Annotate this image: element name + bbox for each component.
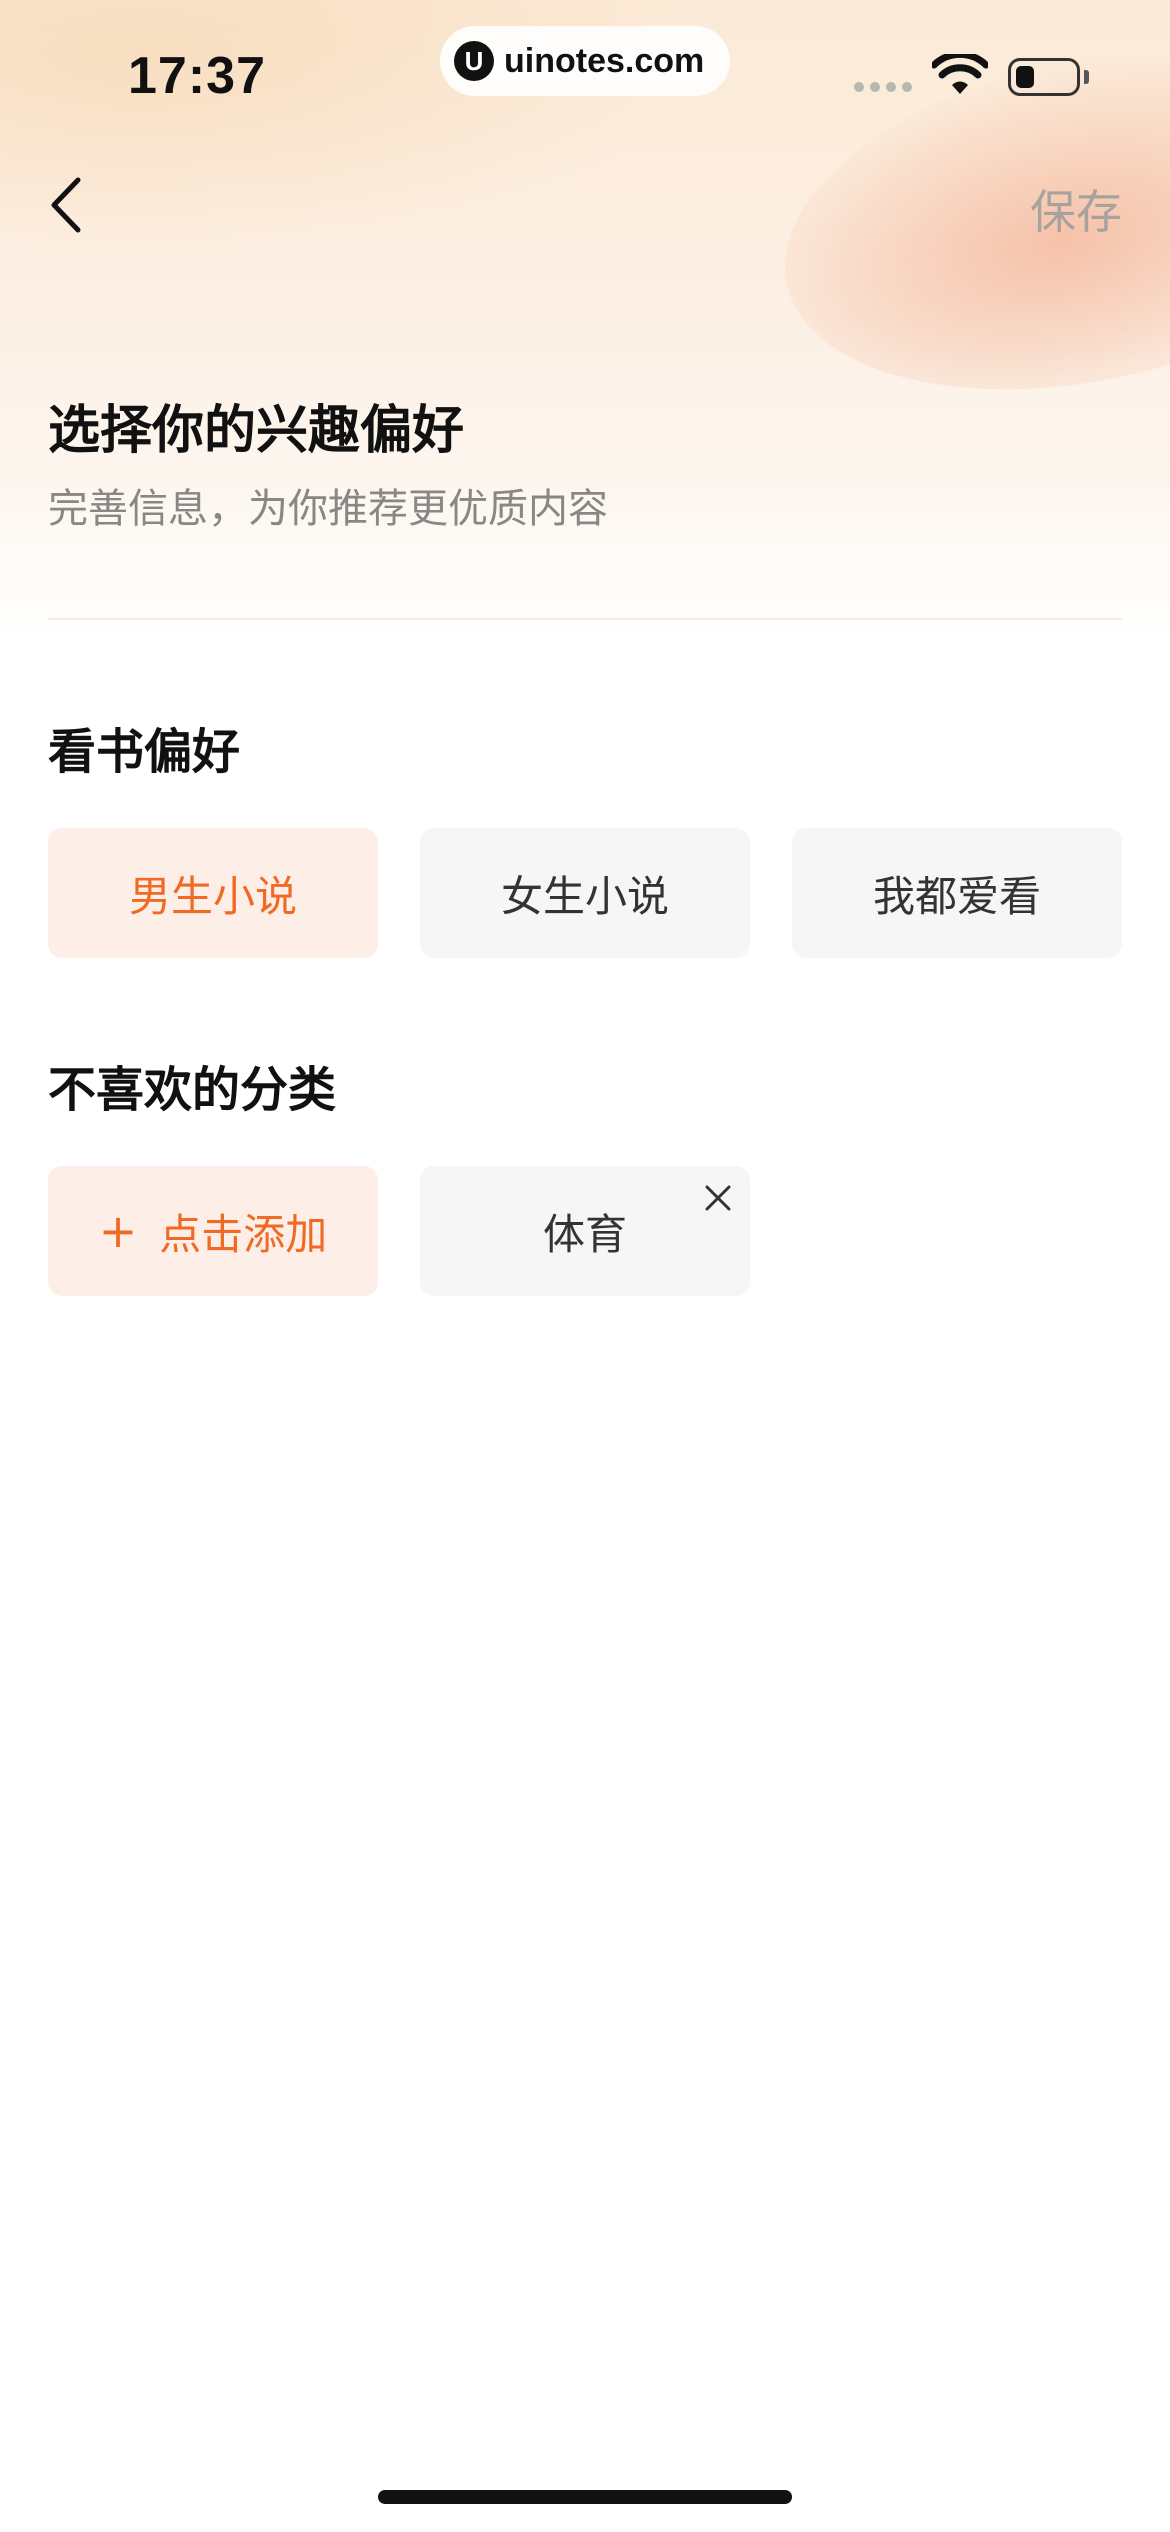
section-title-disliked-categories: 不喜欢的分类 [48,1062,337,1118]
chip-label: 体育 [542,1209,627,1259]
status-time: 17:37 [128,47,266,105]
section-title-reading-preference: 看书偏好 [48,724,241,780]
url-text: uinotes.com [504,41,705,80]
add-category-button[interactable]: + 点击添加 [48,1166,378,1296]
back-button[interactable] [40,170,90,240]
save-button[interactable]: 保存 [1030,176,1122,242]
url-pill: U uinotes.com [440,26,730,96]
plus-icon: + [98,1204,138,1258]
close-icon [705,1185,731,1211]
page-subtitle: 完善信息，为你推荐更优质内容 [48,486,608,532]
battery-icon [1008,58,1080,96]
chip-label: 男生小说 [128,871,297,921]
divider [48,618,1122,620]
disliked-category-chip: 体育 [420,1166,750,1296]
chip-label: 我都爱看 [872,871,1041,921]
preference-option-male-novels[interactable]: 男生小说 [48,828,378,958]
screen: 17:37 U uinotes.com 保存 选择你的兴趣偏好 完善信息，为你推… [0,0,1170,2532]
uinotes-logo-icon: U [454,41,494,81]
preference-option-female-novels[interactable]: 女生小说 [420,828,750,958]
preference-option-all[interactable]: 我都爱看 [792,828,1122,958]
cellular-signal-icon [854,82,912,92]
remove-category-button[interactable] [698,1178,738,1218]
page-title: 选择你的兴趣偏好 [48,401,465,461]
chip-label: 女生小说 [500,871,669,921]
add-category-label: 点击添加 [159,1209,328,1259]
home-indicator [378,2490,792,2504]
chevron-left-icon [51,177,81,233]
battery-cap [1084,70,1089,84]
wifi-icon [932,54,988,94]
